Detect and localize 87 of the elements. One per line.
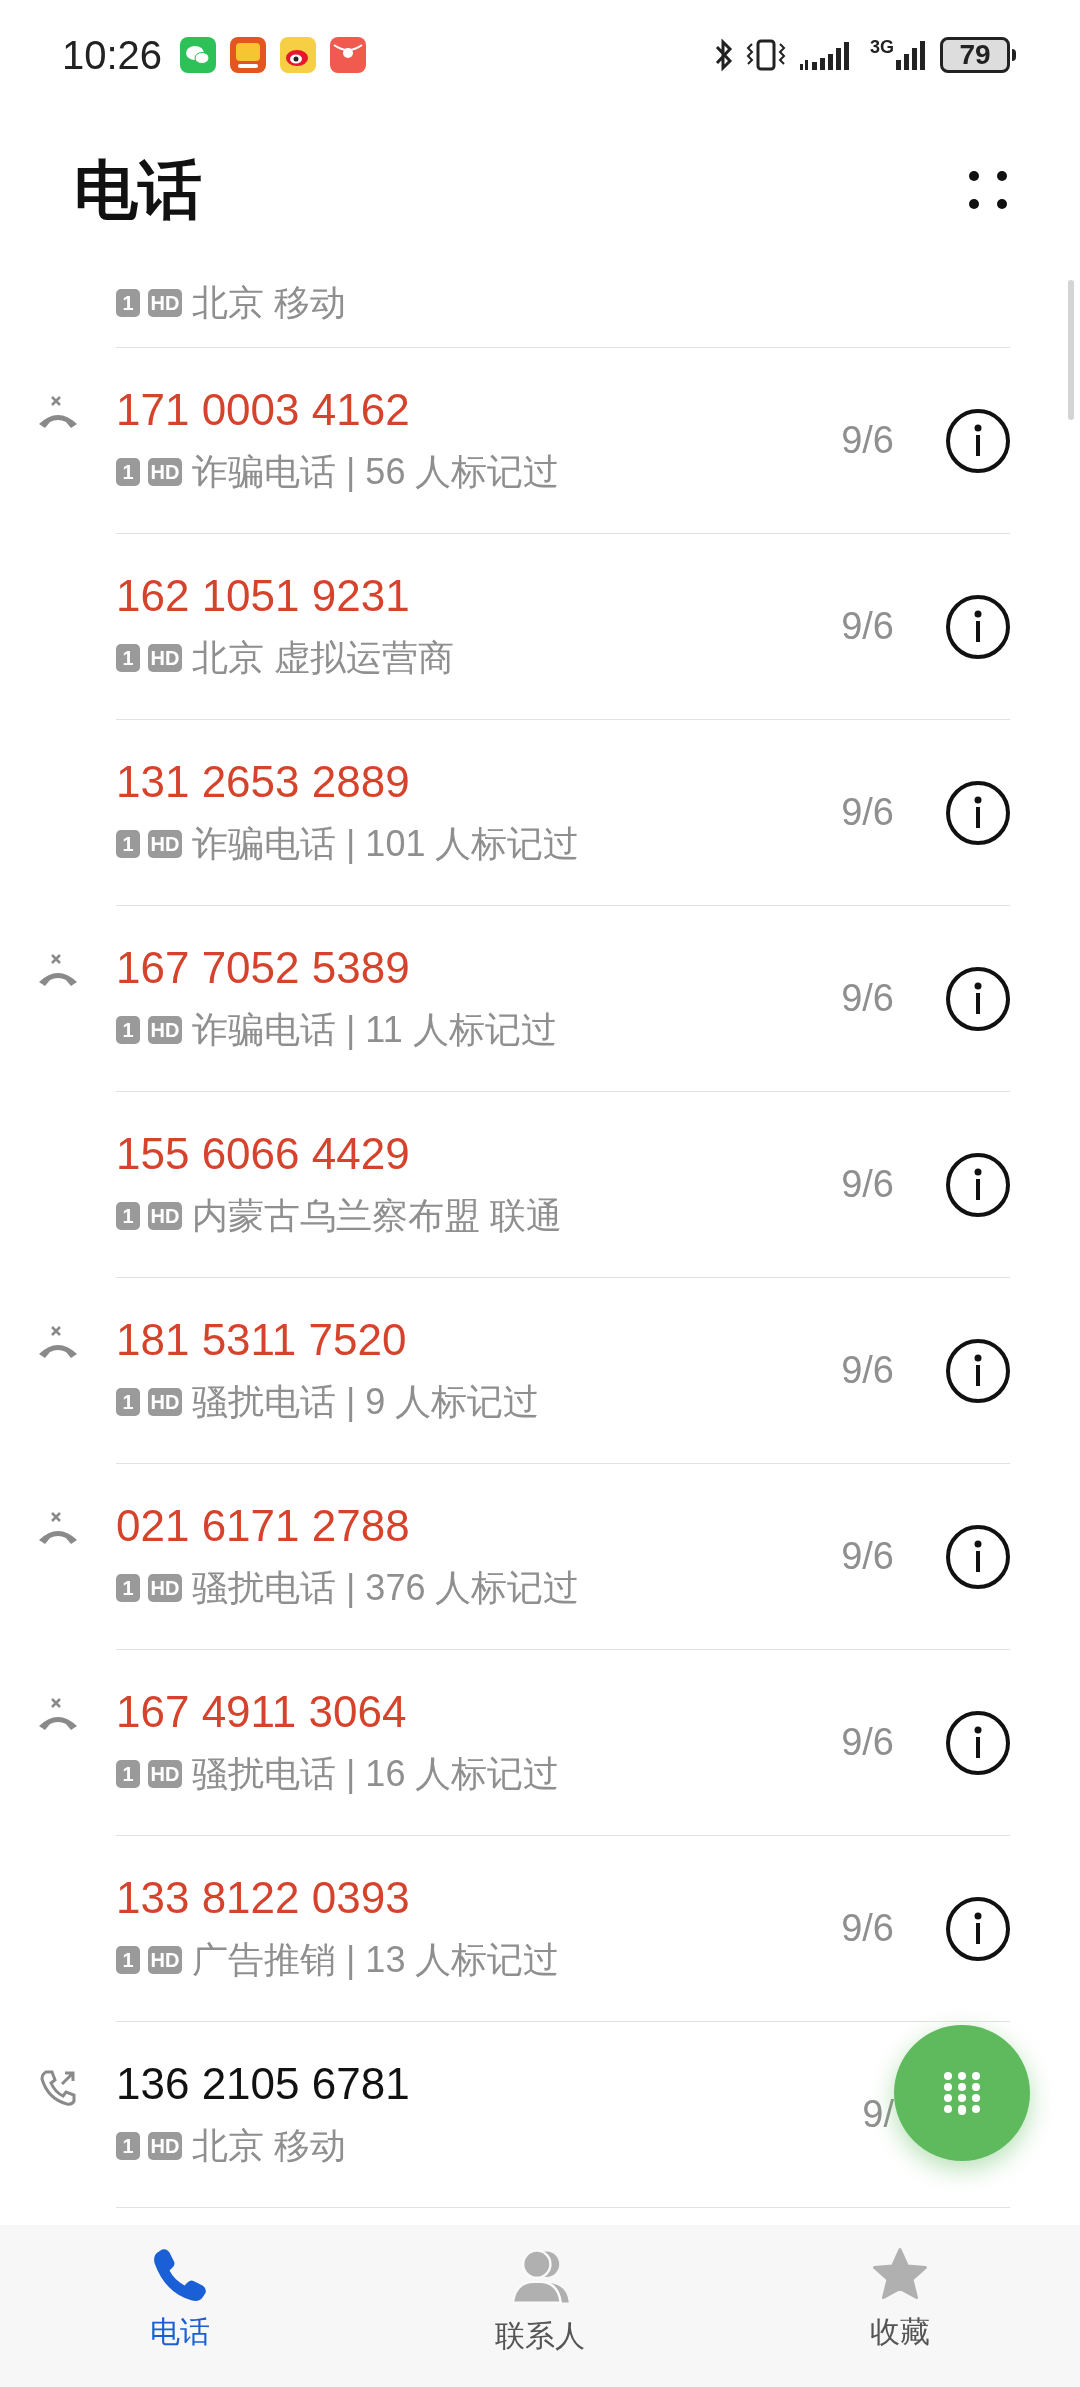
call-log-row[interactable]: 171 0003 4162 1 HD 诈骗电话 | 56 人标记过 9/6 [0,348,1080,534]
eye-app-icon [280,37,317,73]
vibrate-icon [746,38,786,72]
shopping-app-icon [230,37,267,73]
caller-info: 骚扰电话 | 376 人标记过 [192,1566,580,1610]
nav-tab[interactable]: 收藏 [720,2245,1080,2354]
network-type: 3G [870,38,894,56]
phone-number: 021 6171 2788 [116,1500,411,1552]
hd-badge: HD [148,1574,182,1602]
sim-badge: 1 [116,1574,140,1602]
phone-number: 131 2653 2889 [116,756,411,808]
call-date: 9/6 [841,1720,894,1765]
sim-badge: 1 [116,1946,140,1974]
phone-number: 167 4911 3064 [116,1686,408,1738]
hd-badge: HD [148,2132,182,2160]
info-icon[interactable] [946,594,1010,659]
call-date: 9/6 [841,1348,894,1393]
hd-badge: HD [148,830,182,858]
caller-info: 北京 移动 [192,2124,346,2168]
call-log-row[interactable]: 181 5311 7520 1 HD 骚扰电话 | 9 人标记过 9/6 [0,1278,1080,1464]
info-icon[interactable] [946,1338,1010,1403]
phone-number: 162 1051 9231 [116,570,411,622]
call-log-row[interactable]: 021 6171 2788 1 HD 骚扰电话 | 376 人标记过 9/6 [0,1464,1080,1650]
caller-info: 北京 虚拟运营商 [192,636,454,680]
phone-number: 167 7052 5389 [116,942,411,994]
call-date: 9/6 [841,976,894,1021]
page-title: 电话 [74,153,202,228]
sim-badge: 1 [116,1202,140,1230]
caller-info: 骚扰电话 | 16 人标记过 [192,1752,560,1796]
info-icon[interactable] [946,1152,1010,1217]
info-icon[interactable] [946,966,1010,1031]
call-date: 9/6 [841,418,894,463]
call-log-row[interactable]: 162 1051 9231 1 HD 北京 虚拟运营商 9/6 [0,534,1080,720]
call-date: 9/6 [841,1906,894,1951]
call-log-row[interactable]: 167 7052 5389 1 HD 诈骗电话 | 11 人标记过 9/6 [0,906,1080,1092]
battery-indicator: 79 [940,37,1010,73]
phone-number: 136 2105 6781 [116,2058,411,2110]
call-log-row[interactable]: 133 8122 0393 1 HD 广告推销 | 13 人标记过 9/6 [0,1836,1080,2022]
dialpad-icon [942,2071,982,2115]
nav-tab[interactable]: 联系人 [360,2245,720,2358]
sim-badge: 1 [116,289,140,317]
hd-badge: HD [148,1946,182,1974]
clock: 10:26 [62,32,163,79]
hd-badge: HD [148,1202,182,1230]
caller-info: 诈骗电话 | 11 人标记过 [192,1008,557,1052]
sim-badge: 1 [116,1388,140,1416]
sim-badge: 1 [116,644,140,672]
call-date: 9/6 [841,1162,894,1207]
info-icon[interactable] [946,408,1010,473]
sim-badge: 1 [116,2132,140,2160]
caller-info: 广告推销 | 13 人标记过 [192,1938,560,1982]
envelope-app-icon [330,37,367,73]
phone-number: 171 0003 4162 [116,384,411,436]
signal-icon [894,38,928,72]
caller-info: 诈骗电话 | 101 人标记过 [192,822,580,866]
info-icon[interactable] [946,780,1010,845]
caller-info: 诈骗电话 | 56 人标记过 [192,450,560,494]
phone-number: 155 6066 4429 [116,1128,411,1180]
phone-number: 133 8122 0393 [116,1872,411,1924]
hd-badge: HD [148,1388,182,1416]
call-log-row[interactable]: 131 2653 2889 1 HD 诈骗电话 | 101 人标记过 9/6 [0,720,1080,906]
sim-badge: 1 [116,1760,140,1788]
info-icon[interactable] [946,1896,1010,1961]
caller-info: 北京 移动 [192,281,346,325]
call-log-row[interactable]: 155 6066 4429 1 HD 内蒙古乌兰察布盟 联通 9/6 [0,1092,1080,1278]
caller-info: 内蒙古乌兰察布盟 联通 [192,1194,562,1238]
chat-app-icon [180,37,217,73]
sim-badge: 1 [116,1016,140,1044]
call-date: 9/6 [841,1534,894,1579]
hd-badge: HD [148,289,182,317]
caller-info: 骚扰电话 | 9 人标记过 [192,1380,540,1424]
call-log-row[interactable]: 167 4911 3064 1 HD 骚扰电话 | 16 人标记过 9/6 [0,1650,1080,1836]
hd-badge: HD [148,1760,182,1788]
call-date: 9/6 [841,790,894,835]
outgoing-call-icon [38,2068,78,2108]
nav-tab[interactable]: 电话 [0,2245,360,2354]
bluetooth-icon [714,38,734,72]
hd-badge: HD [148,1016,182,1044]
call-date: 9/ [862,2092,894,2137]
info-icon[interactable] [946,1710,1010,1775]
info-icon[interactable] [946,1524,1010,1589]
hd-badge: HD [148,644,182,672]
sim-badge: 1 [116,458,140,486]
sim-badge: 1 [116,830,140,858]
hd-badge: HD [148,458,182,486]
phone-number: 181 5311 7520 [116,1314,408,1366]
call-date: 9/6 [841,604,894,649]
